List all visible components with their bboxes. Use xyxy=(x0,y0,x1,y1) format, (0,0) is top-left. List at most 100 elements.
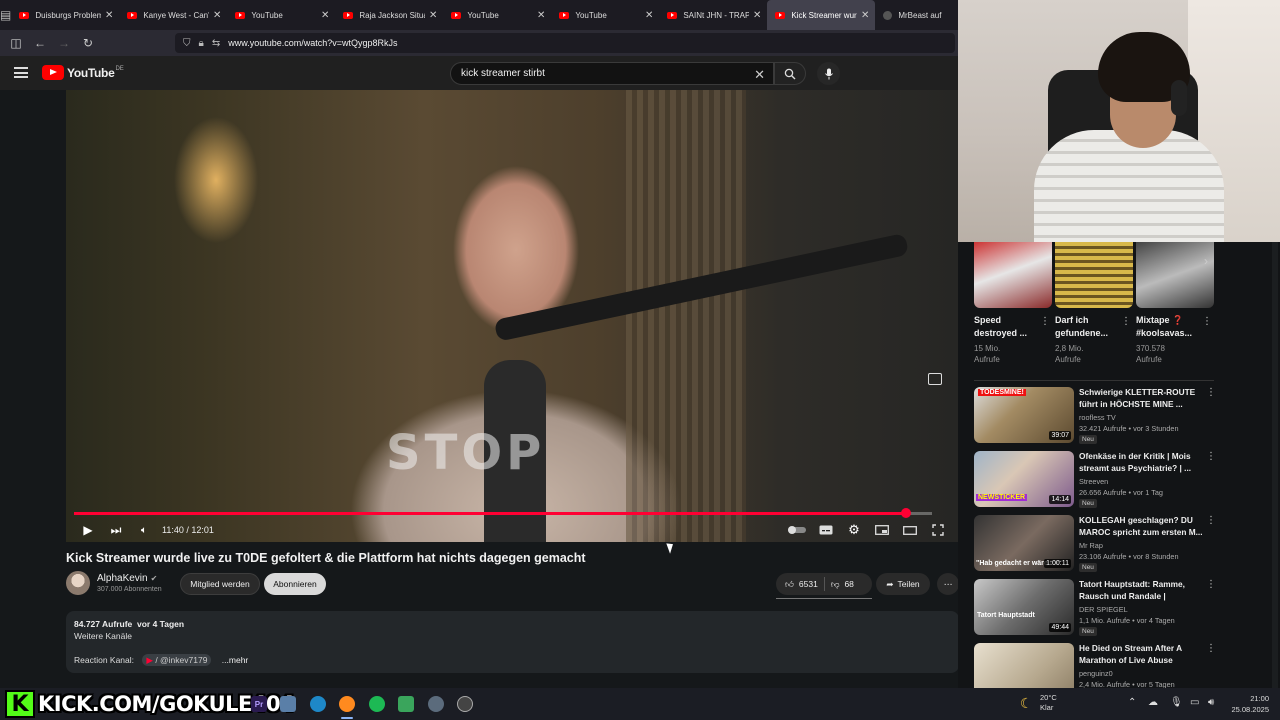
recommended-video[interactable]: Tatort Hauptstadt 49:44 Tatort Hauptstadt:… xyxy=(974,579,1216,637)
permissions-icon[interactable]: ⇆ xyxy=(212,38,220,49)
video-thumbnail[interactable]: "Hab gedacht er wäre tot" 1:00:11 xyxy=(974,515,1074,571)
obs-icon[interactable] xyxy=(457,696,473,712)
reload-icon[interactable]: ↻ xyxy=(76,30,100,56)
browser-tab[interactable]: YouTube ✕ xyxy=(551,0,659,30)
show-more-link[interactable]: ...mehr xyxy=(222,655,248,665)
more-options-icon[interactable]: ⋮ xyxy=(1121,316,1131,327)
subtitles-icon[interactable] xyxy=(815,525,837,535)
premiere-icon[interactable]: Pr xyxy=(251,696,267,712)
browser-tab[interactable]: Kick Streamer wurde ✕ xyxy=(767,0,876,30)
tab-close-icon[interactable]: ✕ xyxy=(105,10,113,21)
more-options-icon[interactable]: ⋮ xyxy=(1206,451,1216,462)
sidebar-scrollbar[interactable] xyxy=(1272,242,1278,688)
more-options-icon[interactable]: ⋮ xyxy=(1206,387,1216,398)
autoplay-toggle-icon[interactable] xyxy=(786,525,808,535)
tab-close-icon[interactable]: ✕ xyxy=(321,10,329,21)
address-bar[interactable]: ⛉ 🔒︎ ⇆ www.youtube.com/watch?v=wtQygp8Rk… xyxy=(175,33,955,53)
video-title-link[interactable]: He Died on Stream After A Marathon of Li… xyxy=(1079,643,1203,666)
video-channel[interactable]: Streeven xyxy=(1079,477,1108,486)
more-options-icon[interactable]: ⋮ xyxy=(1206,515,1216,526)
spotify-icon[interactable] xyxy=(369,696,385,712)
description-box[interactable]: 84.727 Aufrufe vor 4 Tagen Weitere Kanäl… xyxy=(66,611,959,673)
short-title[interactable]: Darf ich gefundene... xyxy=(1055,314,1123,340)
tab-close-icon[interactable]: ✕ xyxy=(645,10,653,21)
more-options-icon[interactable]: ⋮ xyxy=(1206,579,1216,590)
channel-avatar[interactable] xyxy=(66,571,90,595)
menu-icon[interactable] xyxy=(14,67,28,78)
miniplayer-icon[interactable] xyxy=(871,525,893,535)
progress-bar[interactable] xyxy=(74,508,932,518)
search-input[interactable]: kick streamer stirbt ✕ xyxy=(450,62,774,85)
tab-close-icon[interactable]: ✕ xyxy=(429,10,437,21)
volume-icon[interactable]: 🔈︎ xyxy=(134,525,154,536)
browser-tab[interactable]: Kanye West - Can't ✕ xyxy=(119,0,227,30)
url-text[interactable]: www.youtube.com/watch?v=wtQygp8RkJs xyxy=(228,38,397,48)
browser-tab[interactable]: YouTube ✕ xyxy=(227,0,335,30)
share-button[interactable]: ➦ Teilen xyxy=(876,573,930,595)
weather-moon-icon[interactable]: ☾ xyxy=(1020,695,1033,712)
more-options-icon[interactable]: ⋮ xyxy=(1206,643,1216,654)
video-channel[interactable]: penguinz0 xyxy=(1079,669,1113,678)
search-button[interactable] xyxy=(774,62,806,85)
back-icon[interactable]: ← xyxy=(28,30,52,56)
video-title-link[interactable]: Tatort Hauptstadt: Ramme, Rausch und Ran… xyxy=(1079,579,1203,602)
edge-icon[interactable] xyxy=(310,696,326,712)
lock-icon[interactable]: 🔒︎ xyxy=(199,38,204,49)
progress-scrubber[interactable] xyxy=(901,508,912,518)
notepad-icon[interactable] xyxy=(398,696,414,712)
play-icon[interactable]: ▶ xyxy=(78,523,98,537)
dislike-count[interactable]: 68 xyxy=(844,579,853,589)
tab-close-icon[interactable]: ✕ xyxy=(861,10,869,21)
recommended-video[interactable]: TODESMINE! 39:07 Schwierige KLETTER-ROUTE … xyxy=(974,387,1216,445)
firefox-icon[interactable] xyxy=(339,696,355,712)
reaction-channel-link[interactable]: ▶ / @inkev7179 xyxy=(142,654,212,666)
short-card[interactable]: Darf ich gefundene... 2,8 Mio. Aufrufe ⋮ xyxy=(1055,242,1133,365)
browser-tab[interactable]: SAINt JHN - TRAP (✕ xyxy=(659,0,767,30)
fullscreen-icon[interactable] xyxy=(927,524,949,536)
video-channel[interactable]: DER SPIEGEL xyxy=(1079,605,1128,614)
search-query[interactable]: kick streamer stirbt xyxy=(461,68,545,79)
file-explorer-icon[interactable] xyxy=(280,696,296,712)
network-icon[interactable]: ▭ xyxy=(1190,697,1199,708)
more-options-icon[interactable]: ⋮ xyxy=(1202,316,1212,327)
short-thumbnail[interactable] xyxy=(974,242,1052,308)
channel-name[interactable]: AlphaKevin xyxy=(97,573,148,584)
video-thumbnail[interactable]: NEWSTICKER 14:14 xyxy=(974,451,1074,507)
video-thumbnail[interactable]: Tatort Hauptstadt 49:44 xyxy=(974,579,1074,635)
join-button[interactable]: Mitglied werden xyxy=(180,573,260,595)
speaker-icon[interactable]: 🔊︎ xyxy=(1208,697,1214,708)
video-channel[interactable]: roofless TV xyxy=(1079,413,1116,422)
tab-list-icon[interactable]: ▤ xyxy=(0,0,11,30)
short-card[interactable]: Speed destroyed ... 15 Mio. Aufrufe ⋮ xyxy=(974,242,1052,365)
system-clock[interactable]: 21:00 25.08.2025 xyxy=(1225,693,1269,715)
recommended-video[interactable]: "Hab gedacht er wäre tot" 1:00:11 KOLLEGAH… xyxy=(974,515,1216,573)
video-title-link[interactable]: Schwierige KLETTER-ROUTE führt in HÖCHST… xyxy=(1079,387,1203,410)
video-title-link[interactable]: Ofenkäse in der Kritik | Mois streamt au… xyxy=(1079,451,1203,474)
youtube-logo[interactable]: YouTube DE xyxy=(42,65,124,80)
shorts-next-icon[interactable]: › xyxy=(1198,250,1214,272)
video-channel[interactable]: Mr Rap xyxy=(1079,541,1103,550)
settings-icon[interactable]: ⚙ xyxy=(843,522,865,538)
like-count[interactable]: 6531 xyxy=(799,579,818,589)
browser-tab[interactable]: Duisburgs Problem ✕ xyxy=(11,0,119,30)
tab-close-icon[interactable]: ✕ xyxy=(537,10,545,21)
voice-search-button[interactable] xyxy=(817,62,840,85)
video-thumbnail[interactable]: TODESMINE! 39:07 xyxy=(974,387,1074,443)
sidebar-toggle-icon[interactable]: ◫ xyxy=(4,30,28,56)
channel-name-row[interactable]: AlphaKevin ✔ xyxy=(97,573,157,584)
short-title[interactable]: Speed destroyed ... xyxy=(974,314,1042,340)
theater-mode-icon[interactable] xyxy=(899,525,921,535)
next-icon[interactable]: ⏭ xyxy=(106,523,126,538)
subscribe-button[interactable]: Abonnieren xyxy=(264,573,326,595)
dislike-icon[interactable]: 👎︎ xyxy=(831,579,840,590)
recommended-video[interactable]: NEWSTICKER 14:14 Ofenkäse in der Kritik | … xyxy=(974,451,1216,509)
tray-overflow-icon[interactable]: ⌃ xyxy=(1128,697,1136,708)
reaction-channel-handle[interactable]: / @inkev7179 xyxy=(155,655,207,665)
like-icon[interactable]: 👍︎ xyxy=(785,579,794,590)
browser-tab[interactable]: Raja Jackson Situati ✕ xyxy=(335,0,443,30)
onedrive-icon[interactable]: ☁ xyxy=(1148,697,1158,708)
video-player[interactable]: STOP ▶ ⏭ 🔈︎ 11:40 / 12:01 ⚙ xyxy=(66,90,959,542)
clear-search-icon[interactable]: ✕ xyxy=(754,67,765,83)
settings-app-icon[interactable] xyxy=(428,696,444,712)
video-title-link[interactable]: KOLLEGAH geschlagen? DU MAROC spricht zu… xyxy=(1079,515,1203,538)
